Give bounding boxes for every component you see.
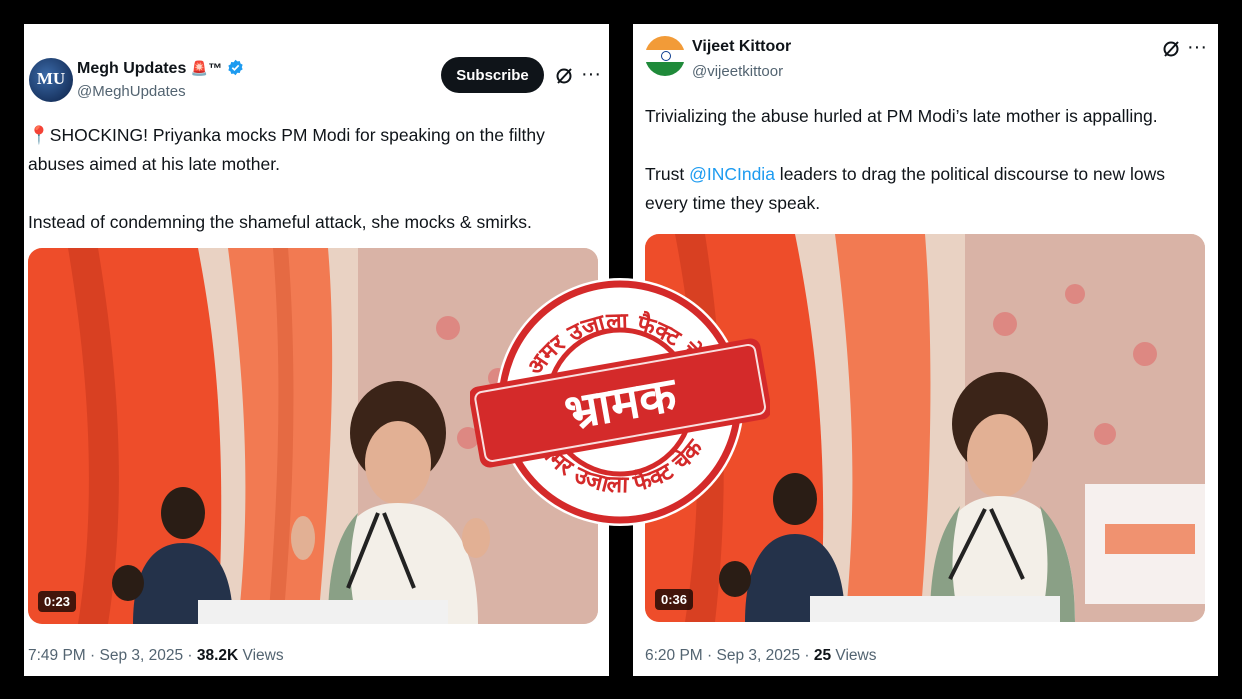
- india-flag-avatar[interactable]: [645, 36, 685, 76]
- views-count: 38.2K: [196, 647, 239, 664]
- more-icon[interactable]: ···: [1187, 37, 1207, 57]
- grok-icon[interactable]: [1161, 39, 1181, 59]
- avatar[interactable]: MU: [29, 58, 73, 102]
- tweet-meta: 7:49 PM · Sep 3, 2025 · 38.2K Views: [28, 647, 284, 665]
- timestamp[interactable]: 7:49 PM · Sep 3, 2025 ·: [28, 647, 197, 664]
- video-duration: 0:36: [655, 589, 694, 610]
- views-count: 25: [813, 647, 832, 664]
- display-name[interactable]: Megh Updates 🚨™: [77, 59, 244, 78]
- timestamp[interactable]: 6:20 PM · Sep 3, 2025 ·: [645, 647, 814, 664]
- tweet-text: 📍SHOCKING! Priyanka mocks PM Modi for sp…: [28, 125, 545, 232]
- views-label: Views: [238, 647, 284, 664]
- subscribe-button[interactable]: Subscribe: [441, 57, 544, 93]
- handle[interactable]: @MeghUpdates: [77, 83, 186, 100]
- tweet-text: Trivializing the abuse hurled at PM Modi…: [645, 106, 1166, 213]
- verified-badge-icon: [228, 59, 243, 76]
- views-label: Views: [831, 647, 877, 664]
- mention-link[interactable]: @INCIndia: [689, 164, 775, 184]
- more-icon[interactable]: ···: [581, 64, 601, 84]
- grok-icon[interactable]: [554, 66, 574, 86]
- video-duration: 0:23: [38, 591, 77, 612]
- handle[interactable]: @vijeetkittoor: [692, 63, 783, 80]
- fact-check-stamp: अमर उजाला फैक्ट चेक अमर उजाला फैक्ट चेक …: [470, 278, 770, 526]
- name-suffix: 🚨™: [190, 60, 223, 76]
- tweet-meta: 6:20 PM · Sep 3, 2025 · 25 Views: [645, 647, 877, 665]
- display-name[interactable]: Vijeet Kittoor: [692, 38, 791, 56]
